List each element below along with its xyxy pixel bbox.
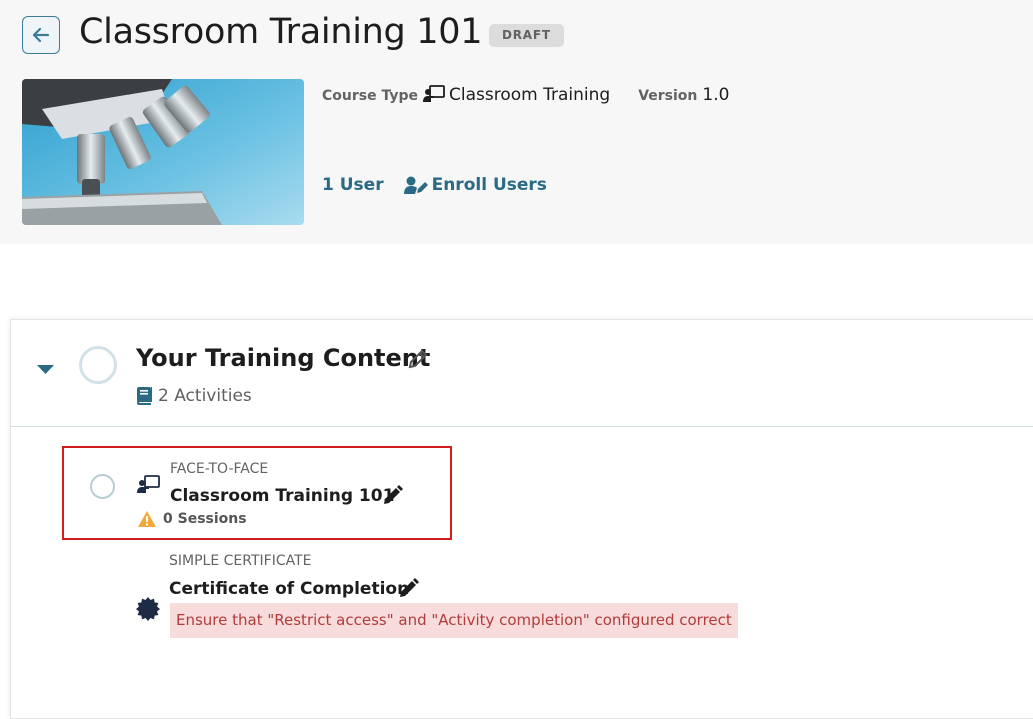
course-header: Classroom Training 101 DRAFT Course Type… <box>0 0 1033 244</box>
activity-completion-circle[interactable] <box>90 474 115 499</box>
enroll-users-label: Enroll Users <box>431 175 547 195</box>
course-type-label: Course Type <box>322 88 418 104</box>
version-value: 1.0 <box>702 85 730 105</box>
activities-count: 2 Activities <box>136 386 252 406</box>
user-edit-icon <box>403 176 428 194</box>
classroom-icon <box>137 475 160 493</box>
course-type-value: Classroom Training <box>449 85 611 105</box>
page-title: Classroom Training 101 <box>79 12 483 52</box>
pencil-icon[interactable] <box>407 348 429 370</box>
book-icon <box>137 387 152 405</box>
pencil-icon[interactable] <box>382 484 404 506</box>
version-label: Version <box>638 88 698 104</box>
activity-type: FACE-TO-FACE <box>170 461 269 477</box>
microscope-image <box>22 79 304 225</box>
classroom-icon <box>423 85 445 102</box>
section-title: Your Training Content <box>136 344 431 372</box>
section-header: Your Training Content 2 Activities <box>11 320 1033 427</box>
course-meta: Course Type Classroom Training Version 1… <box>322 82 729 105</box>
section-progress-circle <box>79 346 117 384</box>
course-links: 1 User Enroll Users <box>322 175 547 195</box>
users-link[interactable]: 1 User <box>322 175 384 195</box>
enroll-users-link[interactable]: Enroll Users <box>403 175 547 195</box>
activity-title[interactable]: Certificate of Completion <box>169 579 409 599</box>
activities-count-label: 2 Activities <box>158 386 252 406</box>
sessions-label: 0 Sessions <box>163 511 247 527</box>
course-image <box>22 79 304 225</box>
pencil-icon[interactable] <box>398 577 420 599</box>
caret-down-icon[interactable] <box>37 364 54 375</box>
sessions-count: 0 Sessions <box>138 511 247 527</box>
arrow-left-icon <box>32 27 50 43</box>
activity-title[interactable]: Classroom Training 101 <box>170 486 394 506</box>
training-content-card: Your Training Content 2 Activities FACE-… <box>10 319 1033 719</box>
back-button[interactable] <box>22 16 60 54</box>
warning-icon <box>138 511 156 527</box>
certificate-seal-icon <box>136 597 160 621</box>
activity-item[interactable]: FACE-TO-FACE Classroom Training 101 0 Se… <box>62 446 452 540</box>
status-badge: DRAFT <box>489 24 564 47</box>
configuration-warning: Ensure that "Restrict access" and "Activ… <box>170 603 738 638</box>
activity-type: SIMPLE CERTIFICATE <box>169 553 312 569</box>
